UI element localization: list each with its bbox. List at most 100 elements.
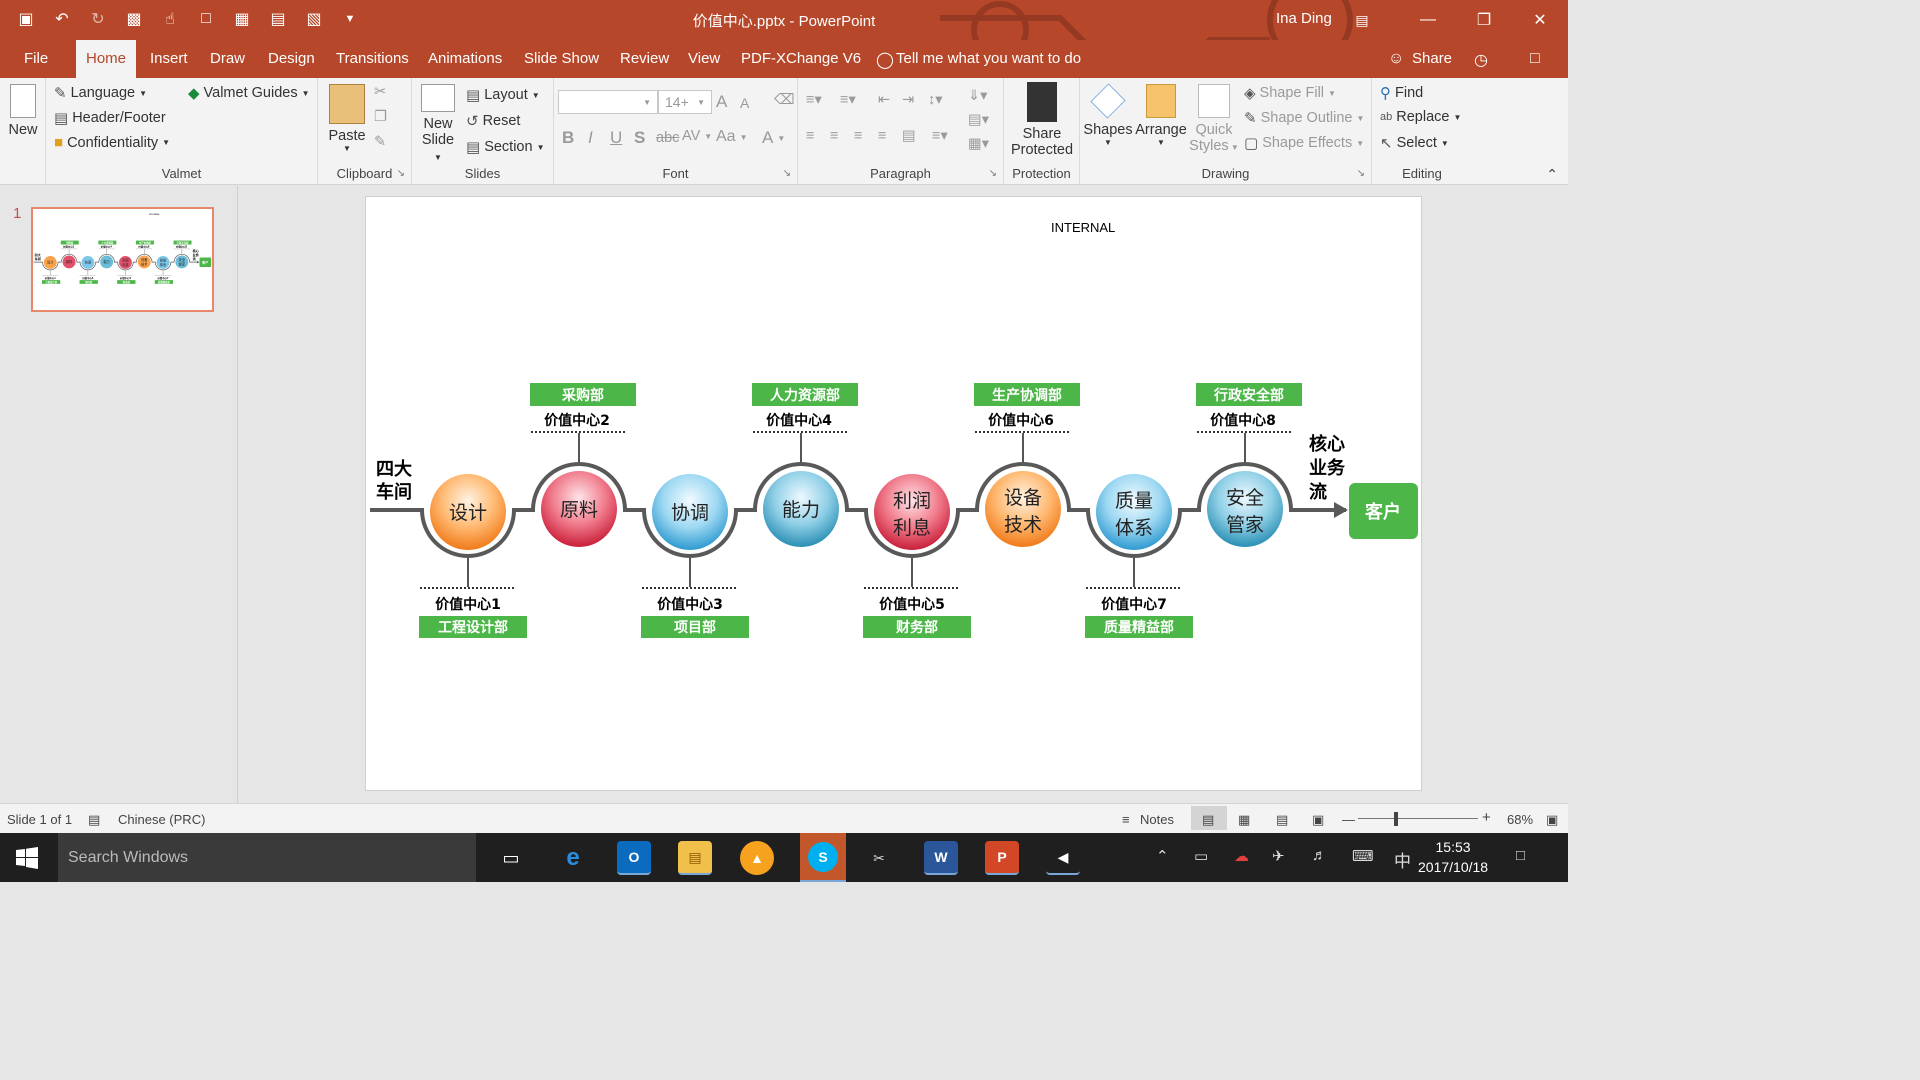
bullets-icon[interactable]: ≡▾ bbox=[806, 92, 822, 108]
font-color-button[interactable]: A ▼ bbox=[762, 128, 785, 148]
paragraph-launcher-icon[interactable]: ↘ bbox=[989, 168, 997, 179]
tell-me-box[interactable]: Tell me what you want to do bbox=[896, 40, 1081, 78]
ime-indicator[interactable]: 中 bbox=[1394, 847, 1411, 872]
slide-thumbnail[interactable]: INTERNAL 四大 车间 设计 价值中心1 工程设计部 原料 价值中心2 采购部 协调 价值中心… bbox=[31, 207, 214, 312]
drawing-launcher-icon[interactable]: ↘ bbox=[1357, 168, 1365, 179]
app-orange-icon[interactable]: ▲ bbox=[740, 841, 774, 875]
font-name-box[interactable]: ▼ bbox=[558, 90, 658, 114]
history-icon[interactable]: ◷ bbox=[1474, 50, 1488, 70]
paste-button[interactable]: Paste ▼ bbox=[326, 84, 368, 153]
format-painter-icon[interactable]: ✎ bbox=[374, 134, 386, 150]
keyboard-icon[interactable]: ⌨ bbox=[1352, 847, 1374, 865]
smartart-icon[interactable]: ▦▾ bbox=[968, 136, 989, 152]
distributed-icon[interactable]: ▤ bbox=[902, 128, 916, 144]
minimize-icon[interactable]: — bbox=[1400, 0, 1456, 40]
zoom-level[interactable]: 68% bbox=[1507, 812, 1533, 827]
word-icon[interactable]: W bbox=[924, 841, 958, 875]
airplane-mode-icon[interactable]: ✈ bbox=[1272, 847, 1285, 865]
tab-draw[interactable]: Draw bbox=[200, 40, 255, 78]
battery-icon[interactable]: ▭ bbox=[1194, 847, 1208, 865]
find-button[interactable]: ⚲ Find bbox=[1380, 84, 1423, 102]
shape-effects-button[interactable]: ▢ Shape Effects ▼ bbox=[1244, 134, 1364, 152]
clipboard-launcher-icon[interactable]: ↘ bbox=[397, 168, 405, 179]
tab-view[interactable]: View bbox=[678, 40, 730, 78]
increase-indent-icon[interactable]: ⇥ bbox=[902, 92, 914, 108]
slide-canvas[interactable]: INTERNAL 四大 车间 设计 价值中心1 工程设计部 原料 价值中心2 采购部 协调价… bbox=[365, 196, 1422, 791]
spell-check-icon[interactable]: ▤ bbox=[88, 812, 100, 828]
tab-review[interactable]: Review bbox=[610, 40, 679, 78]
line-spacing-icon[interactable]: ↕▾ bbox=[928, 92, 943, 108]
copy-icon[interactable]: ❐ bbox=[374, 109, 387, 125]
tab-file[interactable]: File bbox=[14, 40, 58, 78]
collapse-ribbon-icon[interactable]: ⌃ bbox=[1546, 166, 1558, 183]
language-button[interactable]: ✎ Language ▼ bbox=[54, 84, 147, 102]
valmet-guides-button[interactable]: ◆ Valmet Guides ▼ bbox=[188, 84, 310, 102]
quick-styles-button[interactable]: Quick Styles ▼ bbox=[1188, 84, 1240, 154]
zoom-slider-thumb[interactable] bbox=[1394, 812, 1398, 826]
show-hidden-icons[interactable]: ⌃ bbox=[1156, 847, 1169, 865]
justify-icon[interactable]: ≡ bbox=[878, 128, 886, 144]
new-button[interactable]: New bbox=[6, 84, 40, 138]
notes-button[interactable]: Notes bbox=[1140, 812, 1174, 827]
comments-icon[interactable]: □ bbox=[1530, 50, 1540, 68]
zoom-in-icon[interactable]: + bbox=[1482, 809, 1491, 826]
share-button[interactable]: Share bbox=[1412, 40, 1452, 78]
align-right-icon[interactable]: ≡ bbox=[854, 128, 862, 144]
taskbar-clock[interactable]: 15:53 2017/10/18 bbox=[1418, 837, 1488, 877]
clear-formatting-icon[interactable]: ⌫ bbox=[774, 92, 795, 108]
shrink-font-icon[interactable]: A bbox=[740, 95, 749, 111]
app-dark-icon[interactable]: ◀ bbox=[1046, 841, 1080, 875]
tab-home[interactable]: Home bbox=[76, 40, 137, 78]
reading-view-icon[interactable]: ▤ bbox=[1276, 812, 1288, 828]
close-icon[interactable]: ✕ bbox=[1512, 0, 1568, 40]
align-text-icon[interactable]: ▤▾ bbox=[968, 112, 989, 128]
numbering-icon[interactable]: ≡▾ bbox=[840, 92, 856, 108]
zoom-out-icon[interactable]: — bbox=[1342, 812, 1355, 827]
snipping-tool-icon[interactable]: ✂ bbox=[862, 841, 896, 875]
fit-to-window-icon[interactable]: ▣ bbox=[1546, 812, 1558, 828]
cut-icon[interactable]: ✂ bbox=[374, 84, 386, 100]
tab-pdf-xchange[interactable]: PDF-XChange V6 bbox=[731, 40, 871, 78]
taskbar-search-box[interactable]: Search Windows bbox=[58, 833, 476, 882]
italic-button[interactable]: I bbox=[588, 128, 593, 148]
new-slide-button[interactable]: New Slide ▼ bbox=[418, 84, 458, 164]
powerpoint-icon[interactable]: P bbox=[985, 841, 1019, 875]
task-view-icon[interactable]: ▭ bbox=[494, 841, 528, 875]
restore-icon[interactable]: ❐ bbox=[1456, 0, 1512, 40]
reset-button[interactable]: ↺ Reset bbox=[466, 112, 520, 130]
shape-outline-button[interactable]: ✎ Shape Outline ▼ bbox=[1244, 109, 1364, 127]
outlook-icon[interactable]: O bbox=[617, 841, 651, 875]
underline-button[interactable]: U bbox=[610, 128, 622, 148]
tab-design[interactable]: Design bbox=[258, 40, 325, 78]
slide-sorter-icon[interactable]: ▦ bbox=[1238, 812, 1250, 828]
tab-animations[interactable]: Animations bbox=[418, 40, 512, 78]
file-explorer-icon[interactable]: ▤ bbox=[678, 841, 712, 875]
select-button[interactable]: ↖ Select ▼ bbox=[1380, 134, 1449, 152]
bold-button[interactable]: B bbox=[562, 128, 574, 148]
tab-insert[interactable]: Insert bbox=[140, 40, 198, 78]
replace-button[interactable]: ab Replace ▼ bbox=[1380, 109, 1461, 125]
user-name[interactable]: Ina Ding bbox=[1276, 10, 1332, 27]
slide-show-icon[interactable]: ▣ bbox=[1312, 812, 1324, 828]
shapes-button[interactable]: Shapes ▼ bbox=[1082, 83, 1134, 147]
section-button[interactable]: ▤ Section ▼ bbox=[466, 138, 544, 156]
ribbon-display-options-icon[interactable]: ▤ bbox=[1340, 0, 1384, 40]
arrange-button[interactable]: Arrange ▼ bbox=[1134, 84, 1188, 147]
share-protected-button[interactable]: Share Protected bbox=[1008, 82, 1076, 158]
windows-start-icon[interactable] bbox=[16, 847, 38, 869]
change-case-button[interactable]: Aa ▼ bbox=[716, 128, 748, 146]
action-center-icon[interactable]: □ bbox=[1516, 847, 1525, 864]
tab-transitions[interactable]: Transitions bbox=[326, 40, 419, 78]
columns-icon[interactable]: ≡▾ bbox=[932, 128, 948, 144]
header-footer-button[interactable]: ▤ Header/Footer bbox=[54, 109, 166, 127]
font-launcher-icon[interactable]: ↘ bbox=[783, 168, 791, 179]
strikethrough-button[interactable]: abc bbox=[656, 130, 679, 146]
layout-button[interactable]: ▤ Layout ▼ bbox=[466, 86, 540, 104]
internet-explorer-icon[interactable]: e bbox=[556, 841, 590, 875]
align-left-icon[interactable]: ≡ bbox=[806, 128, 814, 144]
volume-icon[interactable]: ♬ bbox=[1312, 847, 1327, 864]
align-center-icon[interactable]: ≡ bbox=[830, 128, 838, 144]
text-direction-icon[interactable]: ⇓▾ bbox=[968, 88, 987, 104]
confidentiality-button[interactable]: ■ Confidentiality ▼ bbox=[54, 134, 170, 151]
tab-slide-show[interactable]: Slide Show bbox=[514, 40, 609, 78]
